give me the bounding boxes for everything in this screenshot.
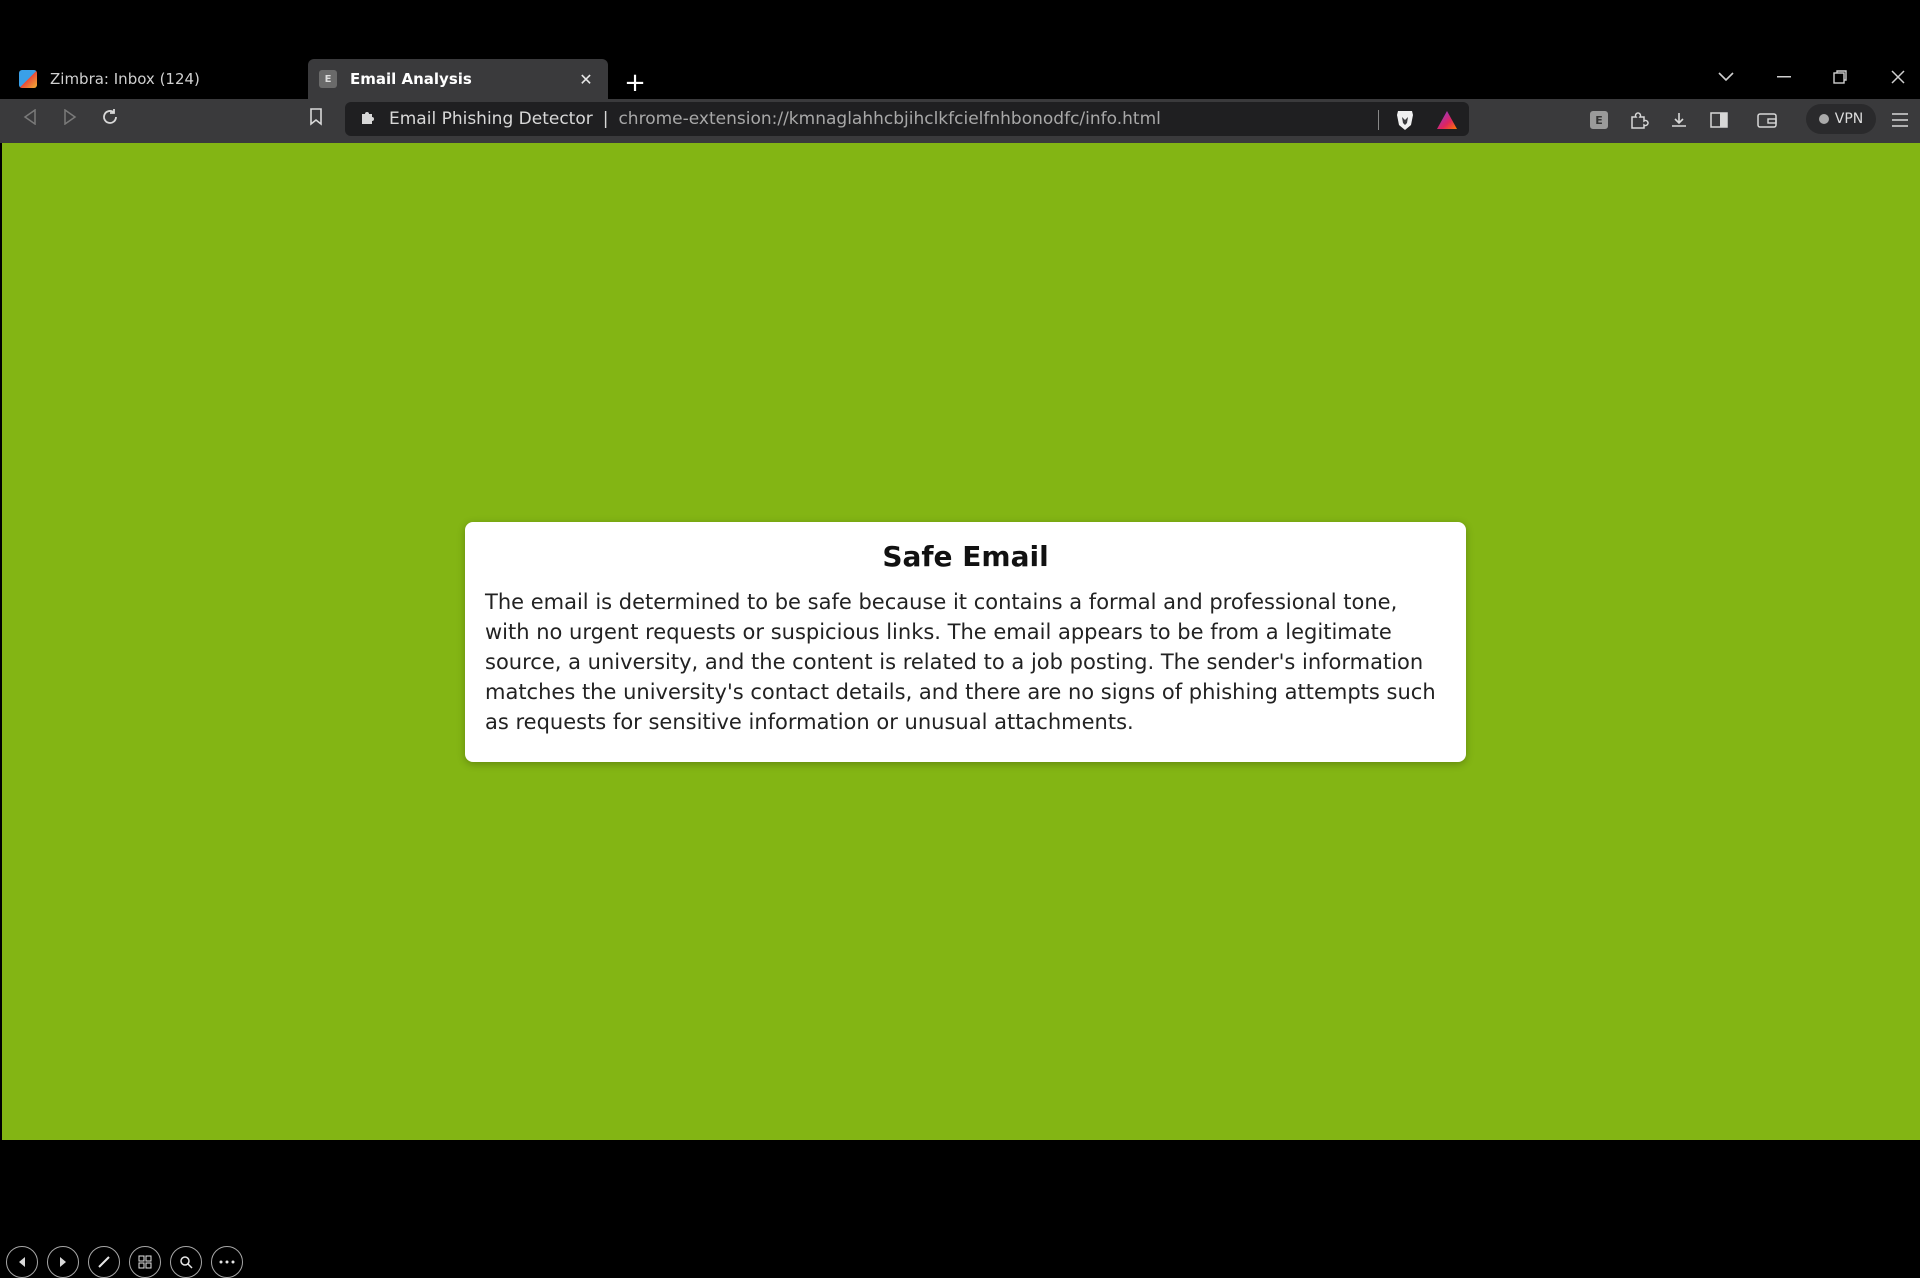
close-window-button[interactable] [1878,62,1918,92]
tab-zimbra-inbox[interactable]: Zimbra: Inbox (124) [4,59,304,99]
forward-button[interactable] [54,103,86,131]
restore-button[interactable] [1820,62,1860,92]
vpn-status-icon [1818,114,1829,124]
previous-slide-icon[interactable] [6,1246,38,1278]
result-title: Safe Email [882,540,1049,573]
url-text[interactable]: chrome-extension://kmnaglahhcbjihclkfcie… [618,109,1160,129]
more-options-icon[interactable] [211,1246,243,1278]
bookmark-icon[interactable] [300,103,332,131]
url-separator: | [602,109,609,129]
extension-e-icon[interactable]: E [1584,106,1614,134]
vpn-label: VPN [1834,111,1864,127]
minimize-button[interactable] [1764,62,1804,92]
reload-button[interactable] [94,103,126,131]
pen-icon[interactable] [88,1246,120,1278]
new-tab-button[interactable]: + [618,66,652,100]
slides-grid-icon[interactable] [129,1246,161,1278]
extension-favicon-icon: E [318,69,338,89]
zimbra-favicon-icon [18,69,38,89]
tab-email-analysis[interactable]: E Email Analysis ✕ [308,59,608,99]
result-card: Safe Email The email is determined to be… [465,522,1466,762]
menu-icon[interactable] [1885,106,1915,134]
sidebar-icon[interactable] [1704,106,1734,134]
tab-strip: Zimbra: Inbox (124) E Email Analysis ✕ [0,59,1920,99]
brave-rewards-icon[interactable] [1432,106,1462,134]
extensions-icon[interactable] [1624,106,1654,134]
close-tab-icon[interactable]: ✕ [574,67,598,91]
address-bar[interactable]: Email Phishing Detector | chrome-extensi… [345,102,1469,136]
back-button[interactable] [14,103,46,131]
brave-shields-icon[interactable] [1390,106,1420,134]
vpn-button[interactable]: VPN [1806,104,1876,134]
tab-title: Email Analysis [350,70,472,88]
tab-title: Zimbra: Inbox (124) [50,70,200,88]
extension-puzzle-icon [359,108,377,131]
result-explanation: The email is determined to be safe becau… [485,590,1436,734]
tab-search-chevron-icon[interactable] [1706,62,1746,92]
site-name: Email Phishing Detector [389,109,593,129]
zoom-icon[interactable] [170,1246,202,1278]
next-slide-icon[interactable] [47,1246,79,1278]
download-icon[interactable] [1664,106,1694,134]
url-divider [1378,110,1379,130]
page-content: Safe Email The email is determined to be… [2,143,1920,1278]
wallet-icon[interactable] [1752,106,1782,134]
